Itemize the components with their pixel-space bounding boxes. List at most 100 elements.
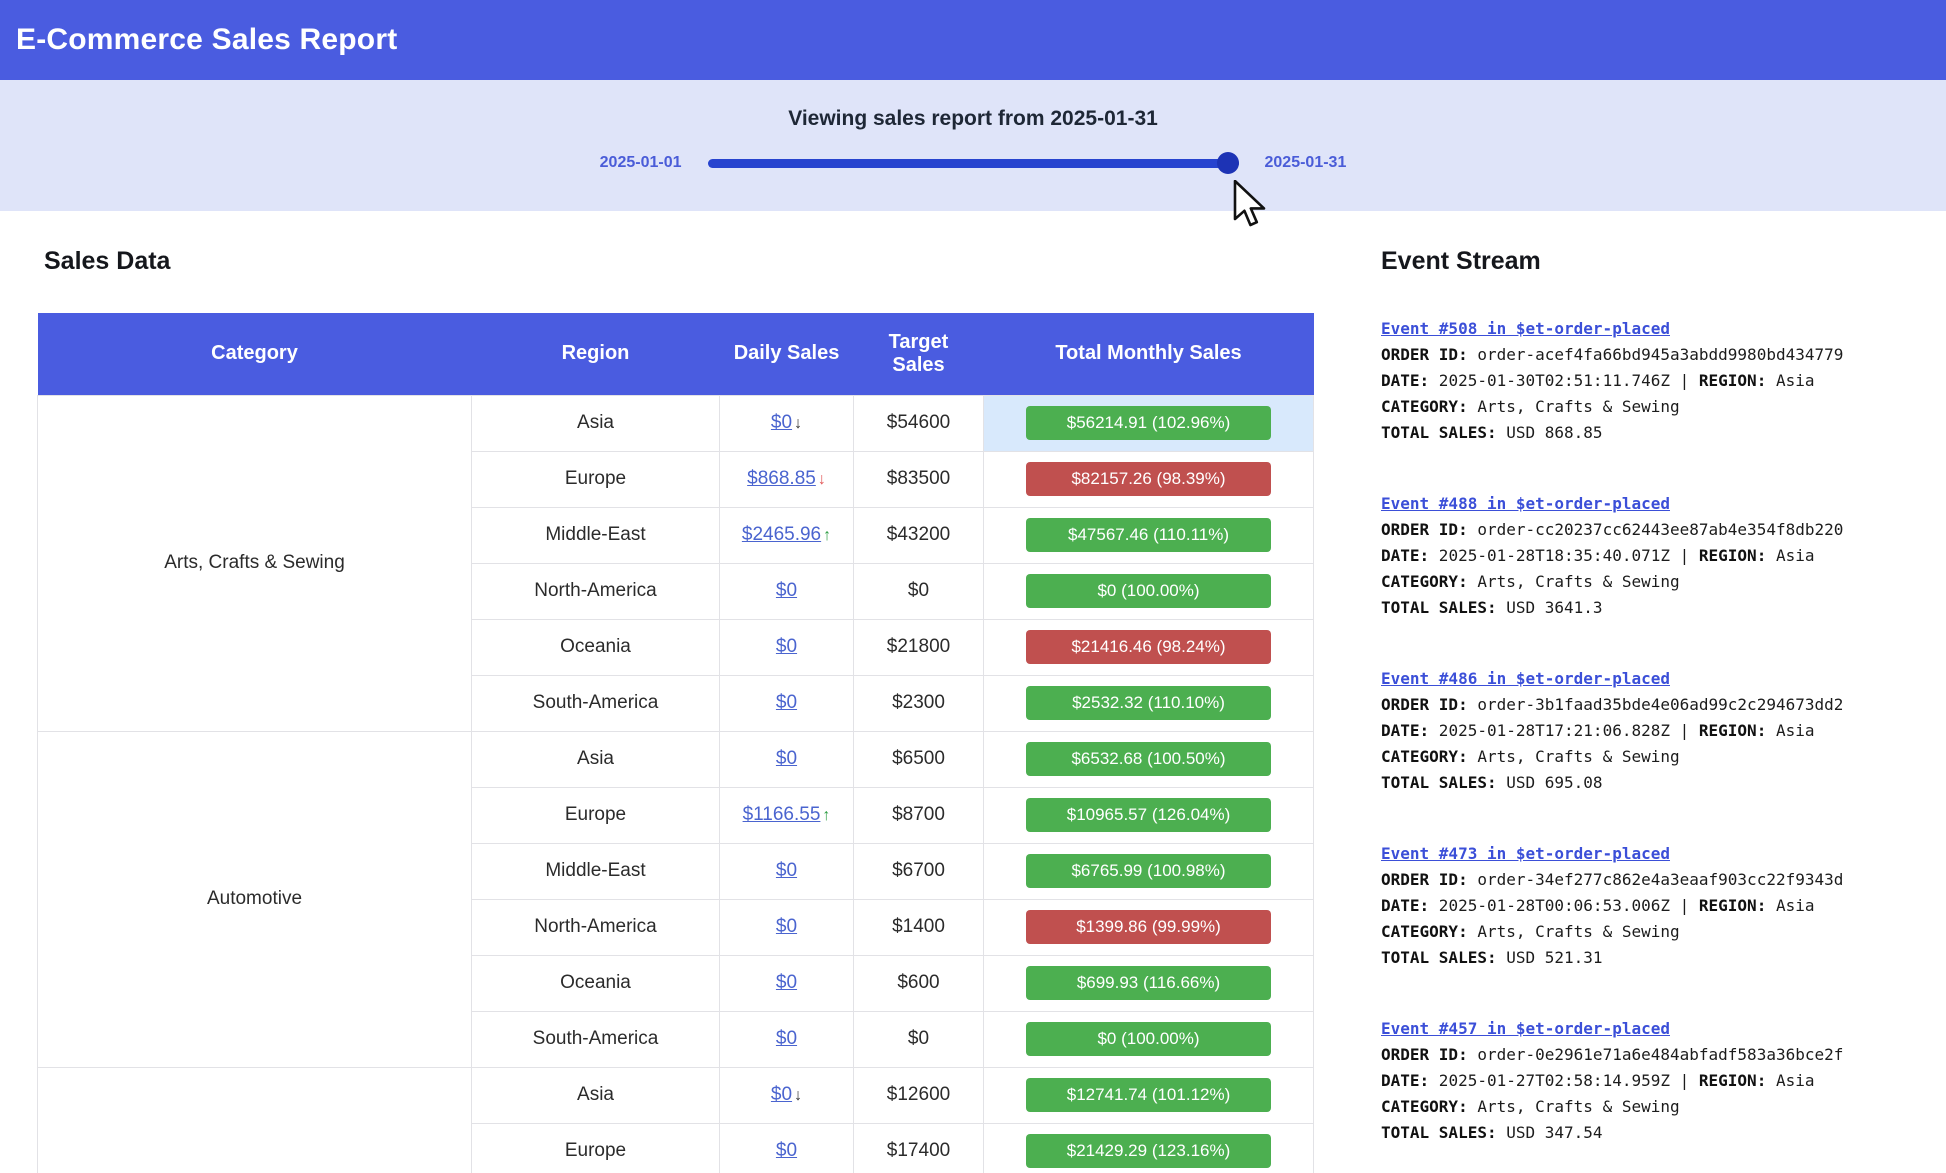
event-card: Event #486 in $et-order-placedORDER ID: … xyxy=(1381,666,1933,796)
category-label: CATEGORY: xyxy=(1381,922,1468,941)
target-sales-cell: $600 xyxy=(854,955,984,1011)
table-header-row: CategoryRegionDaily SalesTarget SalesTot… xyxy=(38,313,1314,395)
monthly-sales-badge: $6532.68 (100.50%) xyxy=(1026,742,1271,776)
column-header-category: Category xyxy=(38,313,472,395)
total-sales-cell: $10965.57 (126.04%) xyxy=(984,787,1314,843)
monthly-sales-badge: $0 (100.00%) xyxy=(1026,1022,1271,1056)
trend-down-icon: ↓ xyxy=(818,471,826,489)
daily-sales-cell: $0 xyxy=(720,1011,854,1067)
daily-sales-link[interactable]: $0 xyxy=(776,916,797,937)
daily-sales-link[interactable]: $0 xyxy=(771,412,792,433)
order-id-label: ORDER ID: xyxy=(1381,695,1468,714)
daily-sales-link[interactable]: $2465.96 xyxy=(742,524,821,545)
daily-sales-cell: $0 xyxy=(720,619,854,675)
region-cell: South-America xyxy=(472,1011,720,1067)
event-list: Event #508 in $et-order-placedORDER ID: … xyxy=(1381,316,1933,1146)
daily-sales-cell: $0 ↓ xyxy=(720,1067,854,1123)
target-sales-cell: $12600 xyxy=(854,1067,984,1123)
total-sales-label: TOTAL SALES: xyxy=(1381,598,1497,617)
date-label: DATE: xyxy=(1381,546,1429,565)
sales-data-heading: Sales Data xyxy=(44,247,170,276)
event-order-id: ORDER ID: order-acef4fa66bd945a3abdd9980… xyxy=(1381,342,1933,368)
event-date-region: DATE: 2025-01-30T02:51:11.746Z | REGION:… xyxy=(1381,368,1933,394)
event-card: Event #508 in $et-order-placedORDER ID: … xyxy=(1381,316,1933,446)
order-id-label: ORDER ID: xyxy=(1381,1045,1468,1064)
slider-title: Viewing sales report from 2025-01-31 xyxy=(0,80,1946,131)
daily-sales-link[interactable]: $0 xyxy=(776,1140,797,1161)
event-date-region: DATE: 2025-01-28T17:21:06.828Z | REGION:… xyxy=(1381,718,1933,744)
daily-sales-link[interactable]: $0 xyxy=(776,1028,797,1049)
target-sales-cell: $6500 xyxy=(854,731,984,787)
daily-sales-link[interactable]: $0 xyxy=(771,1084,792,1105)
monthly-sales-badge: $47567.46 (110.11%) xyxy=(1026,518,1271,552)
target-sales-cell: $6700 xyxy=(854,843,984,899)
sales-table: CategoryRegionDaily SalesTarget SalesTot… xyxy=(37,313,1314,1173)
date-range-slider[interactable] xyxy=(708,159,1239,168)
region-cell: South-America xyxy=(472,675,720,731)
target-sales-cell: $0 xyxy=(854,563,984,619)
daily-sales-cell: $0 xyxy=(720,563,854,619)
monthly-sales-badge: $6765.99 (100.98%) xyxy=(1026,854,1271,888)
daily-sales-link[interactable]: $0 xyxy=(776,580,797,601)
event-order-id: ORDER ID: order-34ef277c862e4a3eaaf903cc… xyxy=(1381,867,1933,893)
event-stream-panel: Event Stream Event #508 in $et-order-pla… xyxy=(1381,247,1933,1173)
region-label: REGION: xyxy=(1699,546,1766,565)
monthly-sales-badge: $10965.57 (126.04%) xyxy=(1026,798,1271,832)
daily-sales-link[interactable]: $0 xyxy=(776,748,797,769)
total-sales-cell: $6765.99 (100.98%) xyxy=(984,843,1314,899)
monthly-sales-badge: $21416.46 (98.24%) xyxy=(1026,630,1271,664)
column-header-target-sales: Target Sales xyxy=(854,313,984,395)
event-link[interactable]: Event #473 in $et-order-placed xyxy=(1381,841,1670,867)
event-link[interactable]: Event #457 in $et-order-placed xyxy=(1381,1016,1670,1042)
target-sales-cell: $21800 xyxy=(854,619,984,675)
daily-sales-link[interactable]: $0 xyxy=(776,692,797,713)
category-label: CATEGORY: xyxy=(1381,1097,1468,1116)
monthly-sales-badge: $12741.74 (101.12%) xyxy=(1026,1078,1271,1112)
slider-thumb[interactable] xyxy=(1217,152,1239,174)
date-label: DATE: xyxy=(1381,1071,1429,1090)
event-link[interactable]: Event #508 in $et-order-placed xyxy=(1381,316,1670,342)
region-cell: Europe xyxy=(472,451,720,507)
total-sales-cell: $21416.46 (98.24%) xyxy=(984,619,1314,675)
table-row: Asia$0 ↓$12600$12741.74 (101.12%) xyxy=(38,1067,1314,1123)
daily-sales-link[interactable]: $0 xyxy=(776,636,797,657)
event-stream-heading: Event Stream xyxy=(1381,247,1933,276)
daily-sales-link[interactable]: $0 xyxy=(776,860,797,881)
total-sales-cell: $47567.46 (110.11%) xyxy=(984,507,1314,563)
daily-sales-cell: $1166.55 ↑ xyxy=(720,787,854,843)
target-sales-cell: $54600 xyxy=(854,395,984,451)
target-sales-cell: $2300 xyxy=(854,675,984,731)
region-cell: Middle-East xyxy=(472,507,720,563)
total-sales-cell: $1399.86 (99.99%) xyxy=(984,899,1314,955)
region-cell: Asia xyxy=(472,395,720,451)
region-cell: Europe xyxy=(472,1123,720,1173)
target-sales-cell: $43200 xyxy=(854,507,984,563)
monthly-sales-badge: $56214.91 (102.96%) xyxy=(1026,406,1271,440)
event-total-sales: TOTAL SALES: USD 868.85 xyxy=(1381,420,1933,446)
slider-min-label: 2025-01-01 xyxy=(600,154,682,172)
daily-sales-link[interactable]: $1166.55 xyxy=(743,804,821,825)
daily-sales-cell: $2465.96 ↑ xyxy=(720,507,854,563)
monthly-sales-badge: $1399.86 (99.99%) xyxy=(1026,910,1271,944)
category-cell: Arts, Crafts & Sewing xyxy=(38,395,472,731)
event-total-sales: TOTAL SALES: USD 521.31 xyxy=(1381,945,1933,971)
daily-sales-link[interactable]: $868.85 xyxy=(747,468,816,489)
event-category: CATEGORY: Arts, Crafts & Sewing xyxy=(1381,744,1933,770)
date-label: DATE: xyxy=(1381,371,1429,390)
daily-sales-link[interactable]: $0 xyxy=(776,972,797,993)
order-id-label: ORDER ID: xyxy=(1381,520,1468,539)
event-card: Event #473 in $et-order-placedORDER ID: … xyxy=(1381,841,1933,971)
event-category: CATEGORY: Arts, Crafts & Sewing xyxy=(1381,394,1933,420)
event-link[interactable]: Event #488 in $et-order-placed xyxy=(1381,491,1670,517)
region-label: REGION: xyxy=(1699,371,1766,390)
event-order-id: ORDER ID: order-cc20237cc62443ee87ab4e35… xyxy=(1381,517,1933,543)
target-sales-cell: $17400 xyxy=(854,1123,984,1173)
column-header-total-monthly-sales: Total Monthly Sales xyxy=(984,313,1314,395)
event-order-id: ORDER ID: order-3b1faad35bde4e06ad99c2c2… xyxy=(1381,692,1933,718)
total-sales-cell: $6532.68 (100.50%) xyxy=(984,731,1314,787)
slider-max-label: 2025-01-31 xyxy=(1265,154,1347,172)
total-sales-label: TOTAL SALES: xyxy=(1381,1123,1497,1142)
event-link[interactable]: Event #486 in $et-order-placed xyxy=(1381,666,1670,692)
event-card: Event #457 in $et-order-placedORDER ID: … xyxy=(1381,1016,1933,1146)
monthly-sales-badge: $21429.29 (123.16%) xyxy=(1026,1134,1271,1168)
